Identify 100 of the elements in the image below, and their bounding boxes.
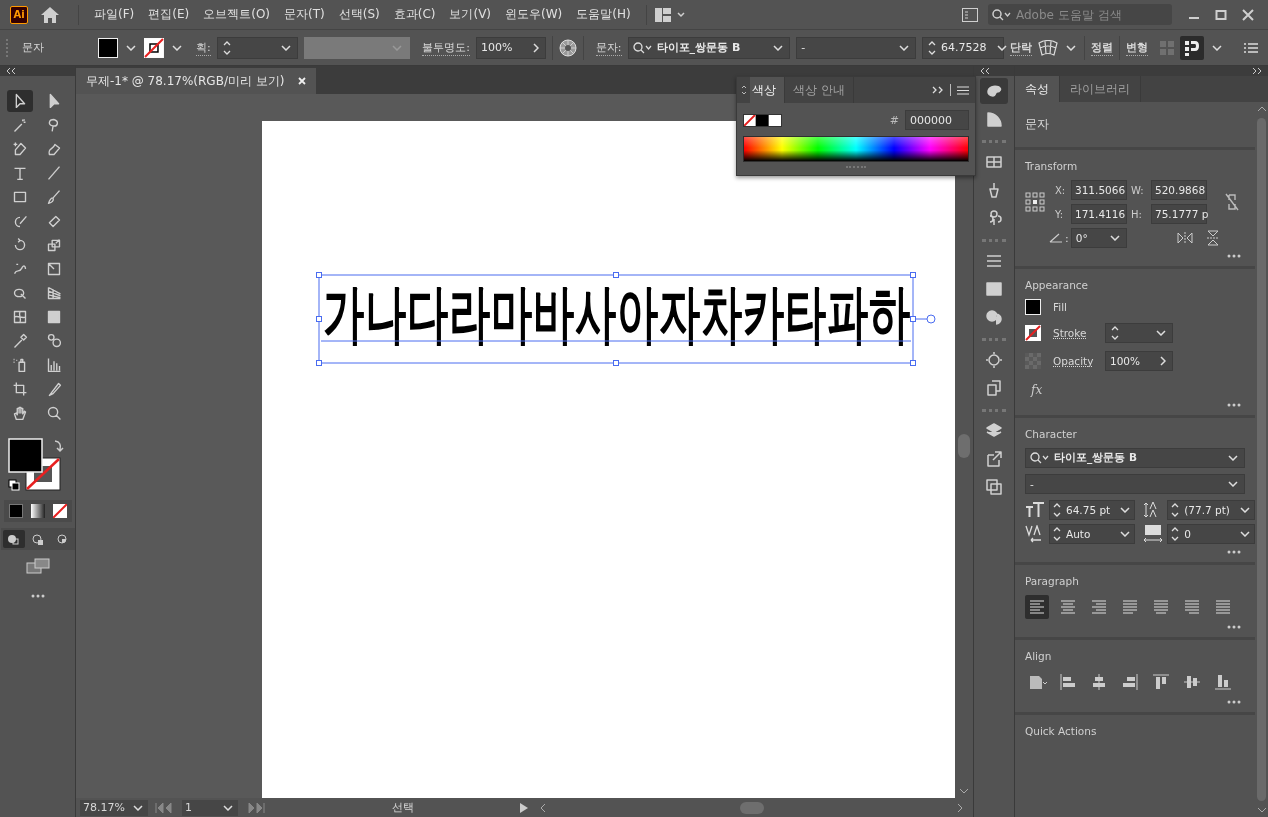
more-icon[interactable] (1227, 403, 1241, 407)
expand-icon[interactable] (932, 86, 944, 94)
menu-item[interactable]: 오브젝트(O) (196, 6, 278, 23)
panel-tab[interactable]: 색상 (750, 77, 785, 103)
more-icon[interactable] (30, 594, 45, 598)
coordinate-field[interactable]: 171.4116 (1071, 204, 1127, 224)
leading-field[interactable]: (77.7 pt) (1167, 500, 1255, 520)
align-link[interactable]: 정렬 (1091, 39, 1113, 56)
stepper-icon[interactable] (1110, 324, 1120, 342)
menu-item[interactable]: 효과(C) (386, 6, 443, 23)
color-swatches[interactable] (743, 113, 782, 127)
gradient-mode-button[interactable] (30, 504, 45, 518)
stepper-icon[interactable] (1170, 525, 1181, 543)
menu-item[interactable]: 선택(S) (331, 6, 387, 23)
more-icon[interactable] (1227, 550, 1241, 554)
kerning-field[interactable]: Auto (1049, 524, 1136, 544)
font-style-field[interactable]: - (1025, 474, 1245, 494)
coordinate-field[interactable]: 311.5066 (1071, 180, 1127, 200)
chevron-down-icon[interactable] (1120, 531, 1131, 537)
left-align-icon[interactable] (1025, 595, 1049, 619)
chevron-right-icon[interactable] (1160, 356, 1166, 366)
scroll-up-icon[interactable] (1256, 106, 1267, 112)
chevron-down-icon[interactable] (1228, 481, 1238, 487)
stroke-label[interactable]: Stroke (1053, 327, 1093, 339)
scroll-down-icon[interactable] (1256, 807, 1267, 813)
opacity-field[interactable]: 100% (1105, 351, 1173, 371)
zoom-field[interactable]: 78.17% (80, 799, 148, 816)
font-family-field[interactable]: 타이포_쌍문동 B (1025, 448, 1245, 468)
workspace-layout-icon[interactable] (654, 7, 685, 22)
coordinate-field[interactable]: 75.1777 p (1151, 204, 1207, 224)
normal-draw-mode-icon[interactable] (2, 530, 25, 548)
hex-field[interactable]: 000000 (905, 110, 969, 130)
rotation-field[interactable]: 0° (1070, 228, 1127, 248)
font-style-field[interactable]: - (796, 36, 916, 59)
opacity-label[interactable]: Opacity (1053, 355, 1093, 367)
none-mode-button[interactable] (52, 504, 67, 518)
chevron-down-icon[interactable] (899, 44, 909, 51)
chevron-down-icon[interactable] (1120, 507, 1131, 513)
tracking-field[interactable]: 0 (1167, 524, 1255, 544)
chevron-down-icon[interactable] (281, 44, 292, 51)
scroll-left-icon[interactable] (540, 802, 546, 813)
chevron-down-icon[interactable] (223, 804, 233, 811)
panel-tab[interactable]: 라이브러리 (1060, 76, 1141, 102)
maximize-icon[interactable] (1215, 8, 1227, 21)
scroll-down-icon[interactable] (959, 788, 969, 794)
menu-icon[interactable] (1244, 41, 1258, 54)
menu-item[interactable]: 파일(F) (87, 6, 142, 23)
scroll-right-icon[interactable] (957, 802, 963, 813)
font-size-field[interactable]: 64.75 pt (1049, 500, 1136, 520)
reference-point-icon[interactable] (1025, 192, 1045, 212)
menu-item[interactable]: 도움말(H) (569, 6, 638, 23)
transform-link[interactable]: 변형 (1126, 39, 1148, 56)
stroke-swatch[interactable] (1025, 325, 1041, 341)
stepper-icon[interactable] (1052, 525, 1062, 543)
stepper-icon[interactable] (1170, 501, 1181, 519)
coordinate-field[interactable]: 520.9868 (1151, 180, 1207, 200)
chevron-right-icon[interactable] (532, 42, 539, 53)
flip-vertical-icon[interactable] (1206, 230, 1219, 246)
more-icon[interactable] (1227, 700, 1241, 704)
menu-item[interactable]: 문자(T) (277, 6, 332, 23)
font-family-field[interactable]: 타이포_쌍문동 B (627, 36, 791, 59)
chevron-down-icon[interactable] (1239, 507, 1250, 513)
home-icon[interactable] (40, 5, 60, 24)
flip-horizontal-icon[interactable] (1176, 232, 1193, 244)
menu-item[interactable]: 윈도우(W) (498, 6, 570, 23)
fill-swatch[interactable] (98, 37, 118, 58)
chevron-down-icon[interactable] (1239, 531, 1250, 537)
selection-bounding-box[interactable] (315, 271, 939, 367)
chevron-down-icon[interactable] (133, 804, 143, 811)
play-icon[interactable] (520, 802, 528, 813)
collapse-icon[interactable] (980, 68, 990, 74)
collapse-icon[interactable] (6, 68, 16, 74)
chevron-down-icon[interactable] (1109, 235, 1120, 241)
panel-tab[interactable]: 색상 안내 (785, 77, 854, 103)
help-search-field[interactable]: Adobe 도움말 검색 (988, 4, 1172, 25)
menu-item[interactable]: 편집(E) (141, 6, 197, 23)
effects-button[interactable]: fx (1031, 383, 1043, 397)
selection-tool-icon[interactable] (6, 90, 33, 112)
chevron-down-icon[interactable] (1212, 44, 1222, 51)
chevron-down-icon[interactable] (996, 44, 1007, 51)
chevron-down-icon[interactable] (1156, 330, 1166, 336)
opacity-field[interactable]: 100% (476, 36, 546, 59)
chevron-down-icon[interactable] (171, 44, 182, 51)
unlinked-icon[interactable] (1225, 193, 1239, 211)
font-size-field[interactable]: 64.7528 (922, 36, 1004, 59)
chevron-down-icon[interactable] (1228, 455, 1238, 461)
up-down-icon[interactable] (741, 85, 747, 95)
close-icon[interactable] (1242, 8, 1254, 21)
stroke-weight-field[interactable] (216, 36, 299, 59)
color-panel-icon[interactable] (980, 78, 1008, 104)
stroke-swatch[interactable] (143, 37, 164, 58)
screen-mode-icon[interactable] (25, 558, 50, 574)
more-icon[interactable] (1227, 625, 1241, 629)
color-mode-button[interactable] (8, 504, 23, 518)
document-tab[interactable]: 무제-1* @ 78.17%(RGB/미리 보기) (76, 68, 317, 94)
menu-item[interactable]: 보기(V) (442, 6, 499, 23)
stroke-weight-field[interactable] (1105, 323, 1173, 343)
more-icon[interactable] (1227, 254, 1241, 258)
page-field[interactable]: 1 (182, 799, 238, 816)
chevron-down-icon[interactable] (773, 44, 784, 51)
